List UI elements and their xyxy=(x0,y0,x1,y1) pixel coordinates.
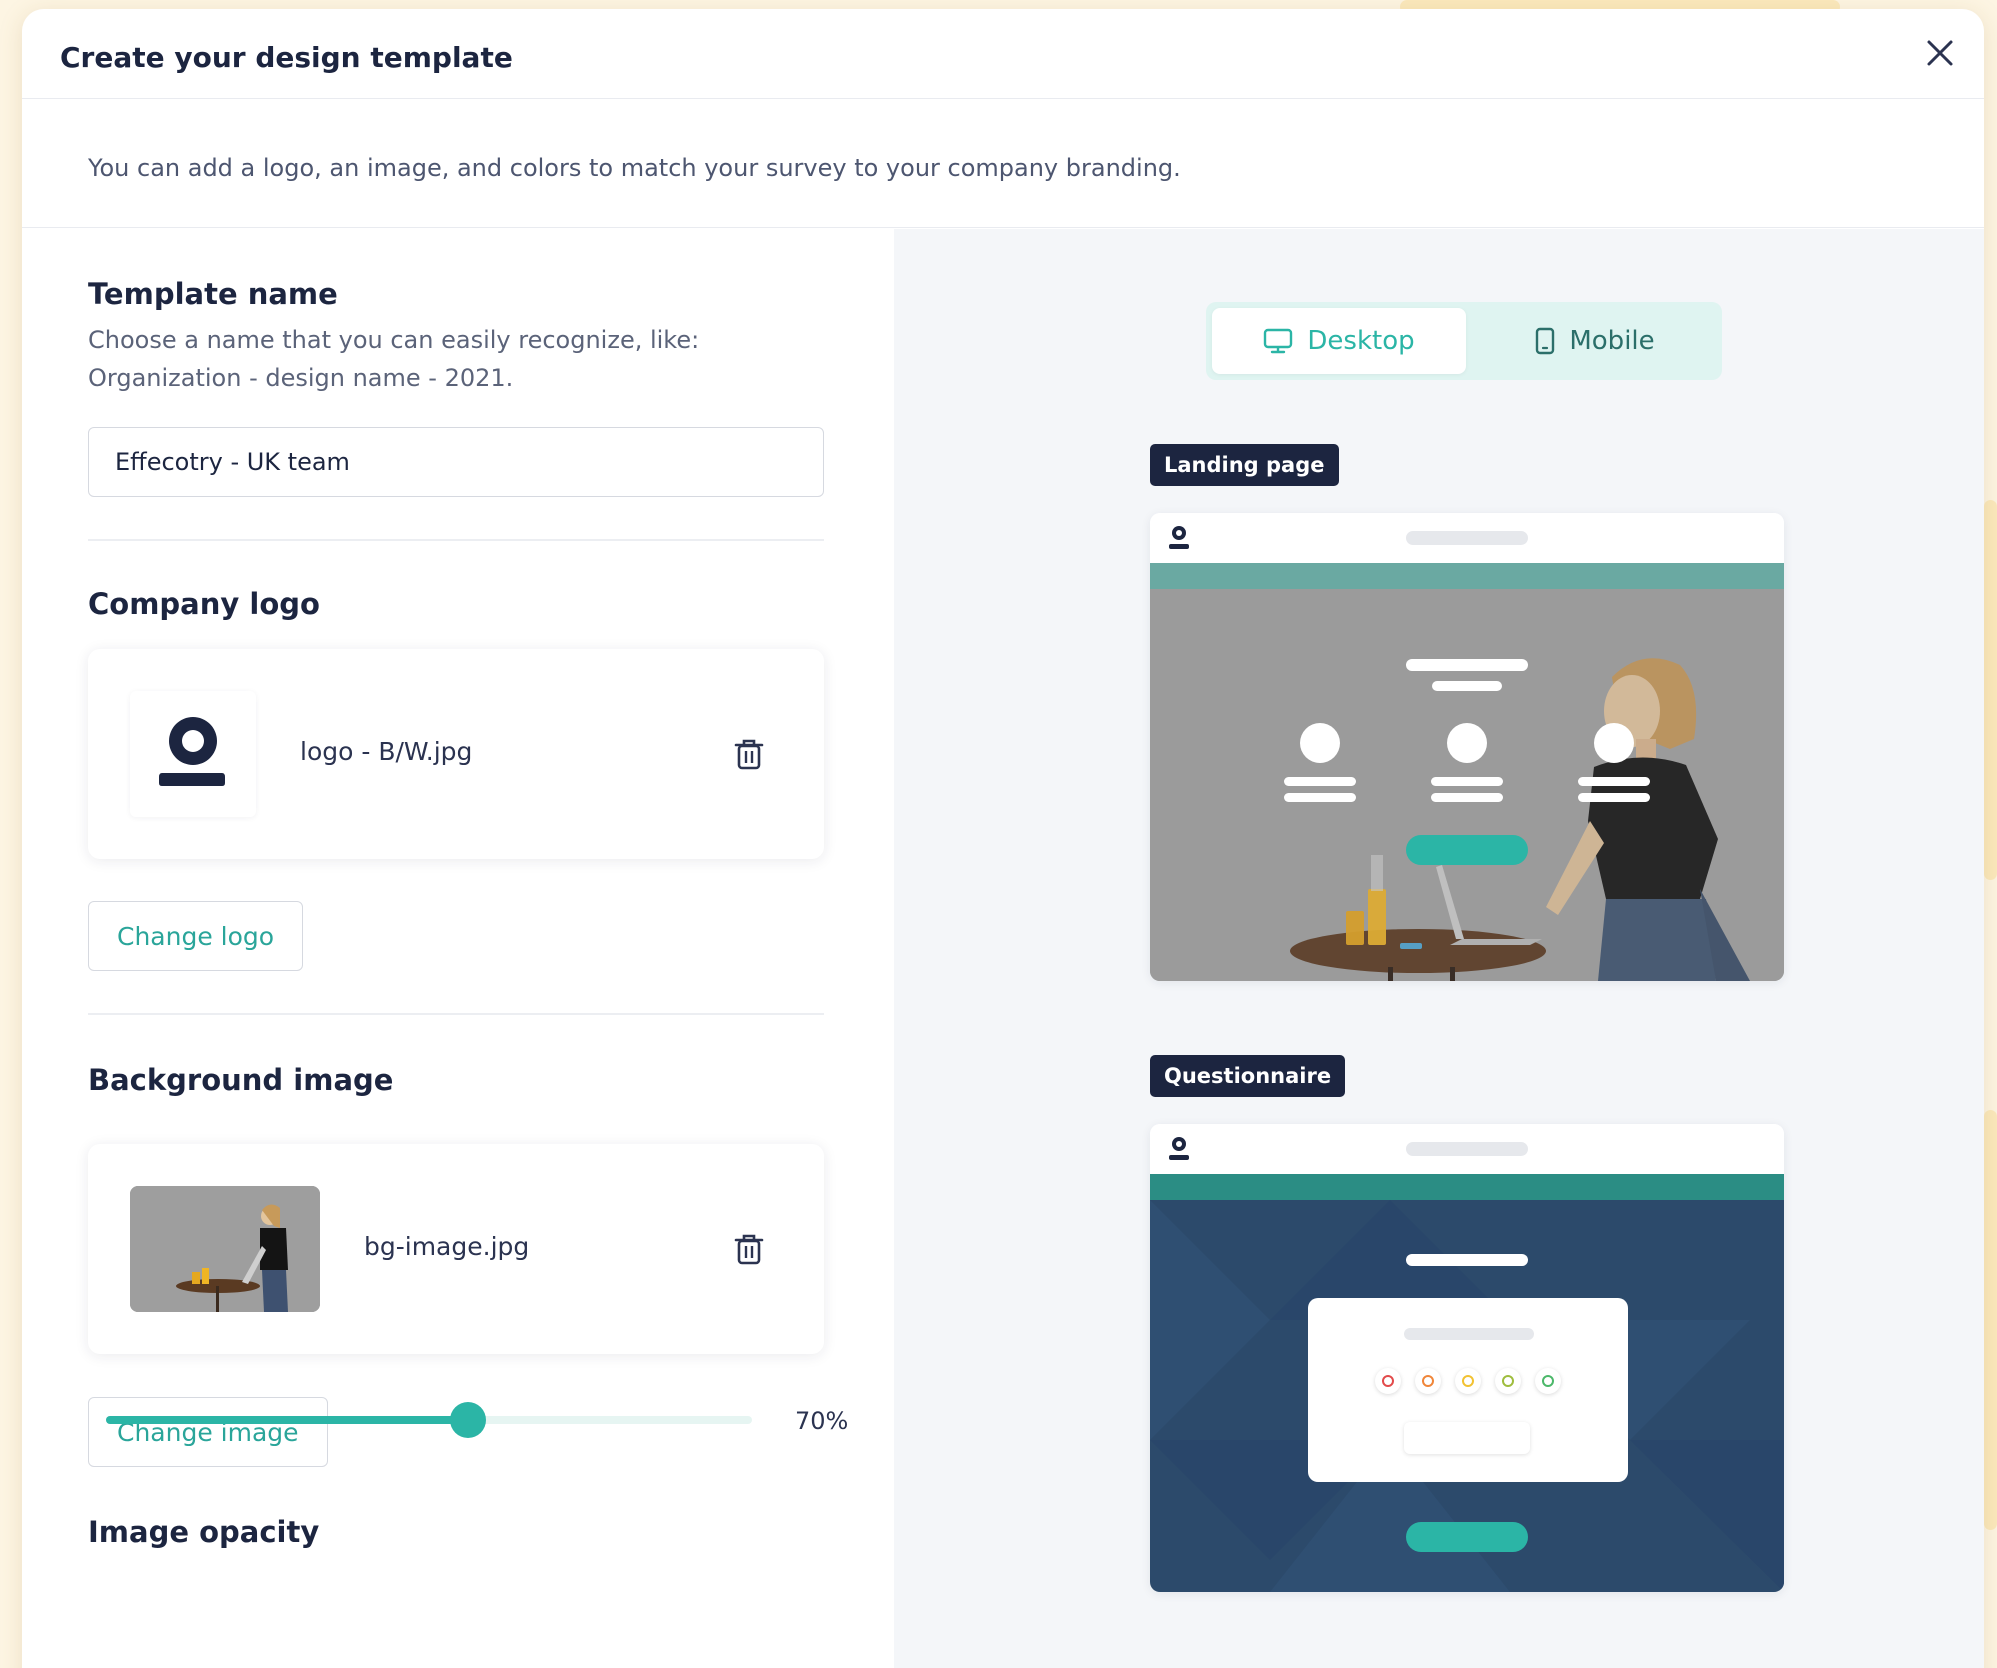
delete-logo-button[interactable] xyxy=(734,737,764,771)
intro-section: You can add a logo, an image, and colors… xyxy=(22,100,1984,228)
opacity-slider[interactable] xyxy=(106,1400,752,1440)
questionnaire-preview xyxy=(1150,1124,1784,1592)
landing-page-label: Landing page xyxy=(1150,444,1339,486)
phone-icon xyxy=(1536,327,1555,355)
rating-dot xyxy=(1495,1368,1521,1394)
rating-dot-ring xyxy=(1422,1375,1434,1387)
slider-fill xyxy=(106,1416,468,1424)
tab-mobile[interactable]: Mobile xyxy=(1468,308,1722,374)
rating-dot-ring xyxy=(1462,1375,1474,1387)
intro-text: You can add a logo, an image, and colors… xyxy=(88,154,1181,182)
rating-dot-ring xyxy=(1502,1375,1514,1387)
placeholder-bar xyxy=(1284,777,1356,786)
opacity-value: 70% xyxy=(795,1407,849,1435)
logo-thumbnail xyxy=(130,691,256,817)
tab-desktop-label: Desktop xyxy=(1307,326,1415,356)
tab-mobile-label: Mobile xyxy=(1569,326,1655,356)
section-divider xyxy=(88,539,824,541)
placeholder-cta-button xyxy=(1406,1522,1528,1552)
company-logo-icon xyxy=(159,717,225,786)
monitor-icon xyxy=(1264,328,1293,354)
placeholder-input xyxy=(1404,1422,1530,1454)
template-name-helper: Choose a name that you can easily recogn… xyxy=(88,321,699,397)
company-logo-heading: Company logo xyxy=(88,587,320,621)
slider-handle[interactable] xyxy=(450,1402,486,1438)
questionnaire-label: Questionnaire xyxy=(1150,1055,1346,1097)
placeholder-bar xyxy=(1431,777,1503,786)
rating-dot xyxy=(1375,1368,1401,1394)
change-logo-button[interactable]: Change logo xyxy=(88,901,304,971)
rating-scale xyxy=(1368,1366,1568,1396)
preview-top-bar xyxy=(1150,1124,1784,1174)
rating-dot xyxy=(1455,1368,1481,1394)
company-logo-icon xyxy=(1169,526,1189,549)
logo-file-card: logo - B/W.jpg xyxy=(88,649,824,859)
header-accent-bar xyxy=(1150,1174,1784,1200)
design-template-modal: Create your design template You can add … xyxy=(22,9,1984,1668)
placeholder-bar xyxy=(1578,793,1650,802)
modal-header: Create your design template xyxy=(22,9,1984,99)
section-divider xyxy=(88,1013,824,1015)
landing-page-preview xyxy=(1150,513,1784,981)
background-decoration xyxy=(1984,1110,1997,1530)
placeholder-bar xyxy=(1406,659,1528,671)
placeholder-icon xyxy=(1300,723,1340,763)
tab-desktop[interactable]: Desktop xyxy=(1212,308,1466,374)
question-card xyxy=(1308,1298,1628,1482)
rating-dot-ring xyxy=(1382,1375,1394,1387)
preview-pane: Desktop Mobile Landing page Questionnair… xyxy=(894,229,1984,1668)
template-name-input[interactable] xyxy=(88,427,824,497)
background-image-heading: Background image xyxy=(88,1063,394,1097)
placeholder-bar xyxy=(1406,1254,1528,1266)
rating-dot xyxy=(1415,1368,1441,1394)
background-file-name: bg-image.jpg xyxy=(364,1232,530,1261)
template-name-heading: Template name xyxy=(88,277,338,311)
placeholder-bar xyxy=(1406,531,1528,545)
rating-dot-ring xyxy=(1542,1375,1554,1387)
background-thumbnail xyxy=(130,1186,320,1312)
placeholder-icon xyxy=(1594,723,1634,763)
placeholder-bar xyxy=(1404,1328,1534,1340)
placeholder-bar xyxy=(1406,1142,1528,1156)
trash-icon xyxy=(734,739,764,770)
background-decoration xyxy=(1984,500,1997,880)
landing-hero-image xyxy=(1150,589,1784,981)
delete-background-button[interactable] xyxy=(734,1232,764,1266)
questionnaire-background xyxy=(1150,1200,1784,1592)
close-icon xyxy=(1927,40,1953,66)
preview-top-bar xyxy=(1150,513,1784,563)
placeholder-bar xyxy=(1431,793,1503,802)
trash-icon xyxy=(734,1234,764,1265)
rating-dot xyxy=(1535,1368,1561,1394)
image-opacity-heading: Image opacity xyxy=(88,1515,320,1549)
placeholder-bar xyxy=(1578,777,1650,786)
template-name-helper-line: Choose a name that you can easily recogn… xyxy=(88,326,700,354)
modal-title: Create your design template xyxy=(60,41,513,74)
logo-file-name: logo - B/W.jpg xyxy=(300,737,473,766)
background-file-card: bg-image.jpg xyxy=(88,1144,824,1354)
template-name-helper-line: Organization - design name - 2021. xyxy=(88,364,514,392)
person-at-desk-image xyxy=(130,1186,320,1312)
header-accent-bar xyxy=(1150,563,1784,589)
placeholder-icon xyxy=(1447,723,1487,763)
settings-pane: Template name Choose a name that you can… xyxy=(22,229,894,1668)
company-logo-icon xyxy=(1169,1137,1189,1160)
placeholder-bar xyxy=(1284,793,1356,802)
placeholder-cta-button xyxy=(1406,835,1528,865)
view-toggle: Desktop Mobile xyxy=(1206,302,1722,380)
close-button[interactable] xyxy=(1920,33,1960,73)
placeholder-bar xyxy=(1432,681,1502,691)
